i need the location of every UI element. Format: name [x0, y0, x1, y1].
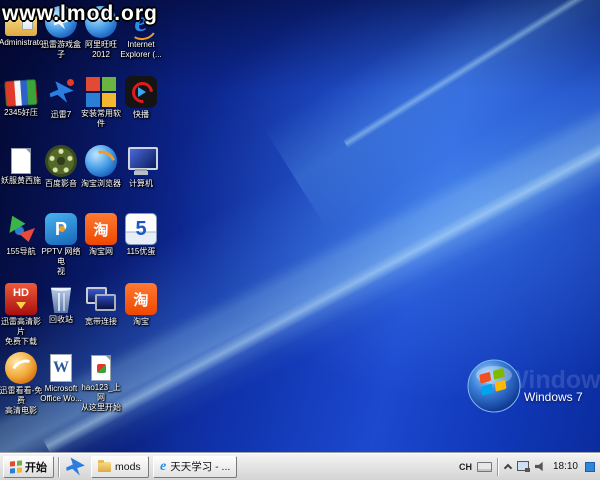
- desktop-icon-xunlei-7[interactable]: 迅雷7: [39, 76, 83, 120]
- icon-glyph: 淘: [125, 283, 157, 315]
- icon-label: PPTV 网络电 视: [39, 247, 83, 277]
- taskbar-window-label: 天天学习 - ...: [170, 459, 230, 474]
- icon-label: 淘宝网: [79, 247, 123, 257]
- winsq-icon: [86, 77, 116, 107]
- hidden-icons-chevron[interactable]: [503, 462, 512, 471]
- doc-icon: [11, 148, 31, 174]
- icon-label: 百度影音: [39, 179, 83, 189]
- tbsq-icon: 淘: [85, 213, 117, 245]
- word-icon: W: [50, 354, 72, 382]
- desktop-icon-115-youdan[interactable]: 5 115优蛋: [119, 213, 163, 257]
- desktop-screen: Windows 7 Windows 7 www.lmod.org Adminis…: [0, 0, 600, 480]
- ie-icon: e: [160, 460, 166, 474]
- tbsq2-icon: 淘: [125, 283, 157, 315]
- desktop-icon-microsoft-word[interactable]: W Microsoft Office Wo...: [39, 352, 83, 404]
- desktop-icon-2345-haozip[interactable]: 2345好压: [0, 76, 43, 118]
- icon-label: Internet Explorer (...: [119, 40, 163, 60]
- disk115-icon: 5: [125, 213, 157, 245]
- icon-glyph: W: [51, 355, 71, 381]
- thunder-quick-launch-icon[interactable]: [63, 457, 87, 477]
- thunder-icon: [45, 76, 77, 108]
- desktop-icon-155-navigation[interactable]: 155导航: [0, 213, 43, 257]
- desktop-icon-yaofu-text-file[interactable]: 妖服黄西施: [0, 145, 43, 186]
- icon-label: 计算机: [119, 179, 163, 189]
- icon-glyph: 淘: [85, 213, 117, 245]
- desktop-icon-taobao-site[interactable]: 淘淘宝网: [79, 213, 123, 257]
- kankan-icon: [5, 352, 37, 384]
- icon-label: 安装常用软件: [79, 109, 123, 129]
- tbglobe-icon: [85, 145, 117, 177]
- navbird-icon: [5, 213, 37, 245]
- desktop-icon-pptv-network-tv[interactable]: PPPTV 网络电 视: [39, 213, 83, 277]
- icon-label: 迅雷游戏盒子: [39, 40, 83, 60]
- broadband-icon: [85, 283, 117, 315]
- desktop-icon-hao123-shortcut[interactable]: hao123_上网 从这里开始: [79, 352, 123, 413]
- computer-icon: [125, 145, 157, 177]
- desktop-icon-xunlei-hd-movies[interactable]: HD迅雷高清影片 免费下载: [0, 283, 43, 347]
- taskbar-window-label: mods: [115, 461, 141, 473]
- desktop-icon-taobao[interactable]: 淘淘宝: [119, 283, 163, 327]
- desktop-icon-xunlei-kankan[interactable]: 迅雷看看-免费 高清电影: [0, 352, 43, 416]
- icon-label: 115优蛋: [119, 247, 163, 257]
- network-icon[interactable]: [517, 461, 530, 472]
- desktop-icon-install-common-software[interactable]: 安装常用软件: [79, 76, 123, 129]
- icon-label: 淘宝: [119, 317, 163, 327]
- zip2345-icon: [4, 79, 38, 107]
- icon-glyph: HD: [5, 283, 37, 315]
- icon-label: 回收站: [39, 315, 83, 325]
- icon-label: 宽带连接: [79, 317, 123, 327]
- ime-language-indicator[interactable]: CH: [459, 462, 472, 472]
- desktop-icon-recycle-bin[interactable]: 回收站: [39, 283, 83, 325]
- icon-glyph: 5: [126, 214, 156, 244]
- icon-glyph: P: [45, 213, 77, 245]
- bin-icon: [49, 285, 73, 313]
- system-tray: CH 18:10: [457, 456, 597, 478]
- desktop-icon-computer[interactable]: 计算机: [119, 145, 163, 189]
- desktop-icon-taobao-browser[interactable]: 淘宝浏览器: [79, 145, 123, 189]
- icon-label: 155导航: [0, 247, 43, 257]
- start-button[interactable]: 开始: [3, 456, 54, 478]
- pptv-icon: P: [45, 213, 77, 245]
- taskbar: 开始 mods e 天天学习 - ... CH 18:10: [0, 452, 600, 480]
- icon-label: Microsoft Office Wo...: [39, 384, 83, 404]
- speaker-icon[interactable]: [535, 461, 546, 472]
- site-watermark: www.lmod.org: [2, 2, 158, 26]
- taskbar-window-mods[interactable]: mods: [91, 456, 149, 478]
- hao123-icon: [91, 355, 111, 381]
- icon-label: 迅雷高清影片 免费下载: [0, 317, 43, 347]
- keyboard-icon[interactable]: [477, 462, 492, 472]
- icon-label: Administrator: [0, 38, 43, 48]
- windows-logo-icon: [10, 460, 22, 473]
- icon-label: hao123_上网 从这里开始: [79, 383, 123, 413]
- desktop-icon-qvod-player[interactable]: 快播: [119, 76, 163, 120]
- desktop-icon-broadband-connection[interactable]: 宽带连接: [79, 283, 123, 327]
- taskbar-window-tiantianxuexi[interactable]: e 天天学习 - ...: [153, 456, 237, 478]
- icon-label: 迅雷7: [39, 110, 83, 120]
- start-label: 开始: [25, 459, 47, 475]
- icon-label: 淘宝浏览器: [79, 179, 123, 189]
- folder-icon: [98, 462, 111, 472]
- tray-separator: [497, 458, 498, 476]
- icon-label: 迅雷看看-免费 高清电影: [0, 386, 43, 416]
- icon-label: 阿里旺旺2012: [79, 40, 123, 60]
- reel-icon: [45, 145, 77, 177]
- desktop-icon-grid: Administrator迅雷游戏盒子阿里旺旺2012 e Internet Exp…: [0, 0, 600, 480]
- taskbar-separator: [58, 457, 59, 477]
- icon-label: 快播: [119, 110, 163, 120]
- icon-label: 妖服黄西施: [0, 176, 43, 186]
- icon-label: 2345好压: [0, 108, 43, 118]
- desktop-icon-baidu-player[interactable]: 百度影音: [39, 145, 83, 189]
- clock[interactable]: 18:10: [551, 461, 580, 472]
- tray-app-icon[interactable]: [585, 462, 595, 472]
- hd-icon: HD: [5, 283, 37, 315]
- qvod-icon: [125, 76, 157, 108]
